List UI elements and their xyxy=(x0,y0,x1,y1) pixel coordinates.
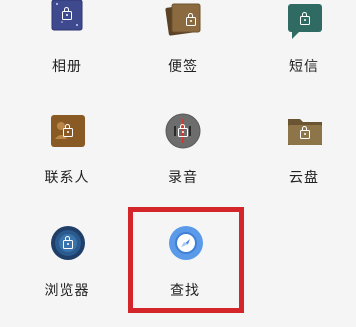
app-label: 云盘 xyxy=(289,170,319,186)
album-icon xyxy=(49,0,85,34)
app-label: 录音 xyxy=(168,170,198,186)
app-label: 相册 xyxy=(52,59,82,75)
app-label: 便签 xyxy=(168,59,198,75)
app-label: 联系人 xyxy=(44,170,90,186)
cloud-folder-icon xyxy=(286,113,324,149)
highlight-box xyxy=(128,207,244,313)
app-label: 浏览器 xyxy=(44,283,90,299)
app-label: 短信 xyxy=(289,59,319,75)
browser-icon xyxy=(50,225,86,261)
notes-icon xyxy=(165,0,205,38)
messages-icon xyxy=(286,0,324,40)
recorder-icon xyxy=(165,113,201,149)
contacts-icon xyxy=(50,113,86,149)
